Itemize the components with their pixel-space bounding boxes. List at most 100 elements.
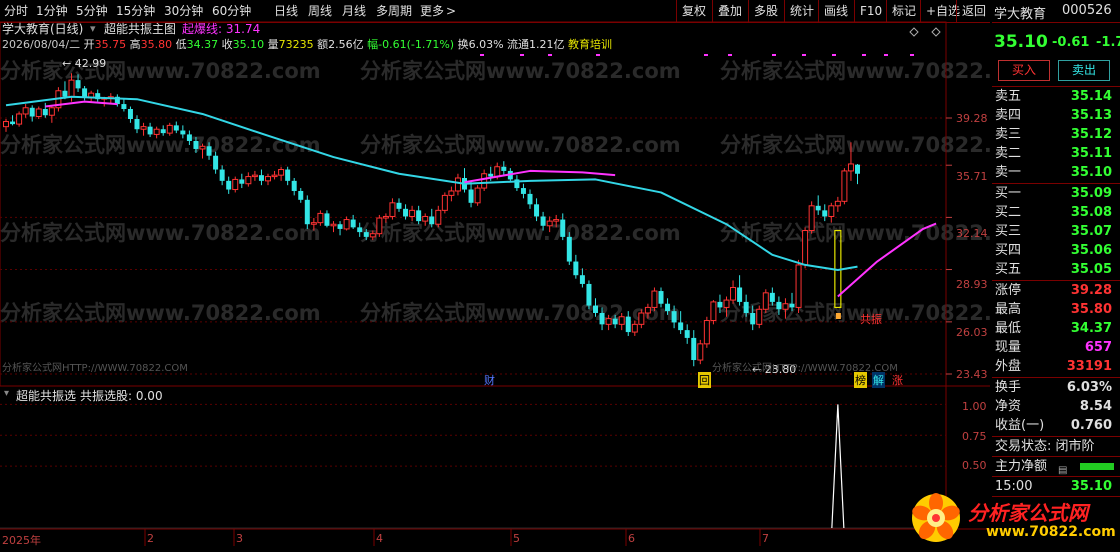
candle-body bbox=[730, 286, 737, 301]
candle-body bbox=[213, 155, 219, 170]
last-price: 35.10 bbox=[994, 32, 1048, 52]
candle-body bbox=[743, 301, 749, 313]
ask-row: 卖二 35.11 bbox=[995, 146, 1112, 161]
buyback-marker[interactable]: 回 bbox=[698, 372, 711, 388]
candle-body bbox=[389, 202, 396, 217]
watermark-text: 分析家公式网www.70822.com bbox=[0, 221, 321, 245]
candle-body bbox=[245, 176, 252, 185]
bid-row: 买二 35.08 bbox=[995, 205, 1112, 220]
signal-dot bbox=[728, 54, 732, 56]
sub-indicator-name[interactable]: 超能共振选 bbox=[16, 387, 76, 404]
candle-body bbox=[173, 125, 179, 131]
candle-body bbox=[140, 126, 147, 130]
candle-body bbox=[416, 210, 422, 222]
watermark-text: 分析家公式网www.70822.com bbox=[360, 133, 681, 157]
candle-body bbox=[134, 119, 140, 130]
candle-body bbox=[481, 173, 488, 189]
candle-body bbox=[553, 219, 560, 222]
quote-panel: 35.10 -0.61 -1.7 买入 卖出 卖五 35.14 卖四 35.13 卖… bbox=[992, 22, 1120, 552]
watermark-text: 分析家公式网www.70822.com bbox=[720, 221, 992, 245]
signal-dot bbox=[910, 54, 914, 56]
candle-body bbox=[22, 107, 29, 115]
x-year-label: 2025年 bbox=[2, 534, 41, 547]
ask-row: 卖三 35.12 bbox=[995, 127, 1112, 142]
main-flow-row[interactable]: 主力净额 ▤ bbox=[992, 457, 1120, 476]
y-tick: 23.43 bbox=[956, 368, 988, 381]
candle-body bbox=[369, 233, 376, 238]
ask-row: 卖一 35.10 bbox=[995, 165, 1112, 180]
bid-row: 买四 35.06 bbox=[995, 243, 1112, 258]
candle-body bbox=[343, 219, 350, 230]
candle-body bbox=[68, 79, 75, 98]
signal-dot bbox=[884, 54, 888, 56]
y-tick: 35.71 bbox=[956, 170, 988, 183]
diamond-icon bbox=[931, 27, 941, 37]
candle-body bbox=[258, 175, 264, 181]
quote-header: 学大教育 000526 bbox=[990, 0, 1120, 22]
candle-body bbox=[403, 208, 409, 217]
ranking-marker[interactable]: 榜 bbox=[854, 372, 867, 388]
signal-dot bbox=[520, 54, 524, 56]
hand-pointer-icon bbox=[835, 312, 841, 319]
candle-body bbox=[678, 322, 684, 331]
stock-name: 学大教育 bbox=[994, 7, 1047, 22]
candle-body bbox=[330, 223, 337, 227]
stat-row: 涨停 39.28 bbox=[995, 283, 1112, 298]
flower-logo-icon bbox=[912, 493, 960, 542]
candle-body bbox=[409, 209, 416, 217]
limit-up-marker[interactable]: 涨 bbox=[892, 372, 903, 388]
signal-dot bbox=[832, 54, 836, 56]
candle-body bbox=[750, 312, 756, 325]
candle-body bbox=[232, 178, 239, 191]
flow-bar bbox=[1080, 463, 1114, 470]
diamond-icon bbox=[909, 27, 919, 37]
candle-body bbox=[723, 299, 730, 308]
candle-body bbox=[789, 303, 795, 308]
kline-chart[interactable]: 分析家公式网www.70822.com 分析家公式网www.70822.com 分析… bbox=[0, 0, 992, 552]
watermark-left: 分析家公式网HTTP://WWW.70822.COM bbox=[2, 363, 188, 374]
candle-body bbox=[219, 169, 225, 181]
candle-body bbox=[304, 199, 310, 225]
candle-body bbox=[382, 215, 389, 219]
watermark-text: 分析家公式网www.70822.com bbox=[720, 59, 992, 83]
candle-body bbox=[441, 194, 448, 211]
sell-button[interactable]: 卖出 bbox=[1058, 60, 1110, 81]
stat-row: 净资 8.54 bbox=[995, 399, 1112, 414]
sub-indicator-value: 共振选股: 0.00 bbox=[80, 389, 163, 403]
ask-row: 卖四 35.13 bbox=[995, 108, 1112, 123]
candle-body bbox=[193, 140, 199, 149]
candle-body bbox=[534, 204, 540, 217]
candle-body bbox=[291, 180, 297, 191]
candle-body bbox=[62, 90, 68, 97]
buy-button[interactable]: 买入 bbox=[998, 60, 1050, 81]
high-annotation: ← 42.99 bbox=[62, 57, 107, 70]
stat-row: 换手 6.03% bbox=[995, 380, 1112, 395]
candle-body bbox=[206, 146, 212, 156]
candle-body bbox=[422, 215, 429, 222]
candle-body bbox=[251, 174, 258, 178]
unlock-marker[interactable]: 解 bbox=[872, 372, 885, 388]
candle-body bbox=[540, 216, 546, 226]
candle-body bbox=[762, 292, 769, 310]
signal-dot bbox=[596, 54, 600, 56]
candle-body bbox=[285, 169, 291, 181]
candle-body bbox=[396, 202, 402, 209]
candle-body bbox=[756, 308, 763, 325]
candle-body bbox=[546, 220, 553, 227]
candle-body bbox=[376, 217, 383, 235]
candle-body bbox=[586, 283, 592, 306]
finance-marker[interactable]: 财 bbox=[484, 372, 495, 388]
signal-dot bbox=[772, 54, 776, 56]
stat-row: 外盘 33191 bbox=[995, 359, 1112, 374]
stat-row: 最低 34.37 bbox=[995, 321, 1112, 336]
candle-body bbox=[474, 187, 481, 204]
sub-y-tick: 0.50 bbox=[962, 459, 987, 472]
candle-body bbox=[265, 176, 271, 182]
candle-body bbox=[357, 227, 363, 233]
candle-body bbox=[278, 169, 285, 176]
candle-body bbox=[239, 179, 245, 184]
sub-chevron-icon[interactable]: ▾ bbox=[4, 388, 9, 399]
candle-body bbox=[310, 222, 317, 225]
candle-body bbox=[488, 173, 494, 177]
sub-y-tick: 1.00 bbox=[962, 400, 987, 413]
